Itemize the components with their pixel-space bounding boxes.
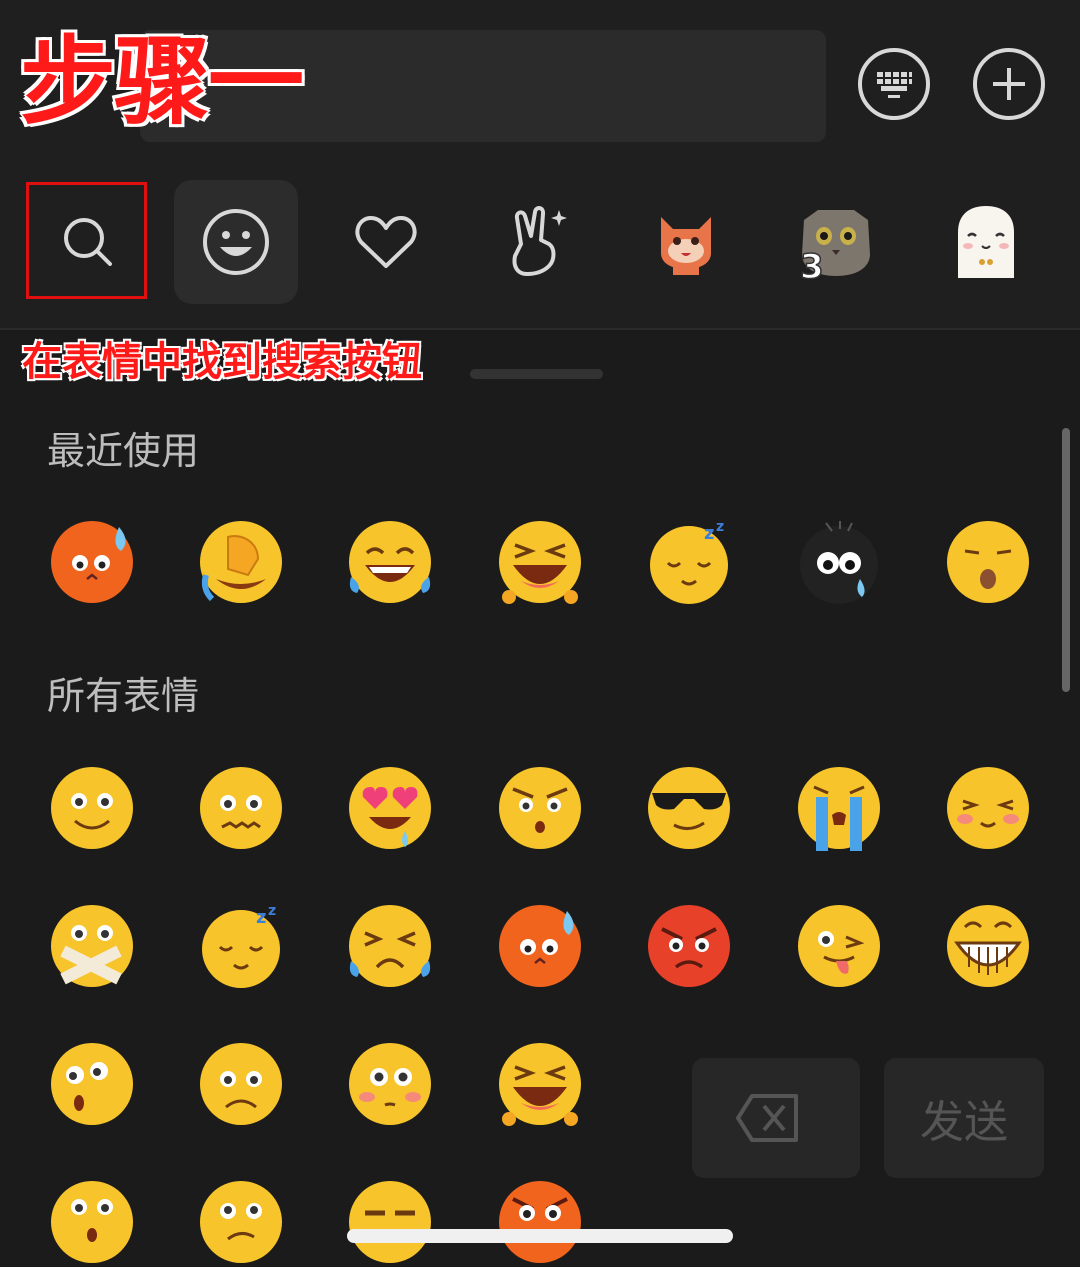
- thinking-emoji[interactable]: [198, 1179, 284, 1265]
- frown-emoji[interactable]: [198, 1041, 284, 1127]
- smile-emoji[interactable]: [49, 765, 135, 851]
- svg-text:z: z: [268, 903, 276, 919]
- sleeping-emoji[interactable]: z z: [198, 903, 284, 989]
- wink-tongue-emoji[interactable]: [796, 903, 882, 989]
- keyboard-icon: [877, 72, 912, 98]
- delete-button[interactable]: [692, 1058, 860, 1178]
- laughing-squint-emoji[interactable]: [497, 519, 583, 605]
- laughing-emoji[interactable]: [497, 1041, 583, 1127]
- plus-icon: [993, 68, 1025, 100]
- sleepy-emoji[interactable]: z z: [646, 519, 732, 605]
- facepalm-emoji[interactable]: [198, 519, 284, 605]
- input-bar: 步骤一: [0, 0, 1080, 160]
- svg-text:z: z: [704, 523, 714, 544]
- grimace-emoji[interactable]: [198, 765, 284, 851]
- keyboard-button[interactable]: [858, 48, 930, 120]
- svg-text:3: 3: [800, 247, 824, 282]
- astonished-emoji[interactable]: [49, 1179, 135, 1265]
- step-title: 步骤一: [19, 26, 306, 138]
- section-recent-label: 最近使用: [47, 429, 200, 473]
- tab-gestures[interactable]: [474, 180, 598, 304]
- kissing-emoji[interactable]: [945, 519, 1031, 605]
- surprised-side-emoji[interactable]: [49, 1041, 135, 1127]
- tab-sticker-1[interactable]: [624, 180, 748, 304]
- embarrassed-sweat-emoji[interactable]: [497, 903, 583, 989]
- cat-sticker-icon: [661, 217, 711, 275]
- dark-scared-emoji[interactable]: [796, 519, 882, 605]
- tab-sticker-3[interactable]: [924, 180, 1048, 304]
- svg-text:z: z: [256, 907, 266, 928]
- home-indicator[interactable]: [347, 1229, 733, 1243]
- gray-cat-sticker-icon: 3: [799, 210, 870, 282]
- sunglasses-emoji[interactable]: [646, 765, 732, 851]
- hint-text: 在表情中找到搜索按钮: [22, 339, 422, 385]
- sob-squint-emoji[interactable]: [347, 903, 433, 989]
- emoji-tab-bar: 3: [0, 160, 1080, 330]
- angry-stare-emoji[interactable]: [497, 765, 583, 851]
- smiley-icon: [203, 209, 269, 275]
- send-button[interactable]: 发送: [884, 1058, 1044, 1178]
- backspace-icon: [736, 1094, 798, 1142]
- page-indicator: [470, 369, 603, 379]
- unamused-emoji[interactable]: [347, 1179, 433, 1265]
- grin-emoji[interactable]: [945, 903, 1031, 989]
- flushed-sweat-emoji[interactable]: [49, 519, 135, 605]
- crying-emoji[interactable]: [796, 765, 882, 851]
- tab-emoji[interactable]: [174, 180, 298, 304]
- tab-favorites[interactable]: [324, 180, 448, 304]
- shut-mouth-emoji[interactable]: [49, 903, 135, 989]
- tears-of-joy-emoji[interactable]: [347, 519, 433, 605]
- furious-emoji[interactable]: [646, 903, 732, 989]
- scrollbar-thumb[interactable]: [1062, 428, 1070, 692]
- more-button[interactable]: [973, 48, 1045, 120]
- heart-eyes-emoji[interactable]: [347, 765, 433, 851]
- heart-icon: [355, 216, 417, 268]
- angry-red-emoji[interactable]: [497, 1179, 583, 1265]
- tab-sticker-2[interactable]: 3: [774, 180, 898, 304]
- victory-hand-icon: [512, 206, 567, 276]
- blushing-wide-eyes-emoji[interactable]: [347, 1041, 433, 1127]
- search-highlight-box: [26, 182, 147, 299]
- shy-emoji[interactable]: [945, 765, 1031, 851]
- section-all-label: 所有表情: [47, 674, 200, 718]
- svg-text:z: z: [716, 519, 724, 535]
- white-seal-sticker-icon: [958, 206, 1014, 278]
